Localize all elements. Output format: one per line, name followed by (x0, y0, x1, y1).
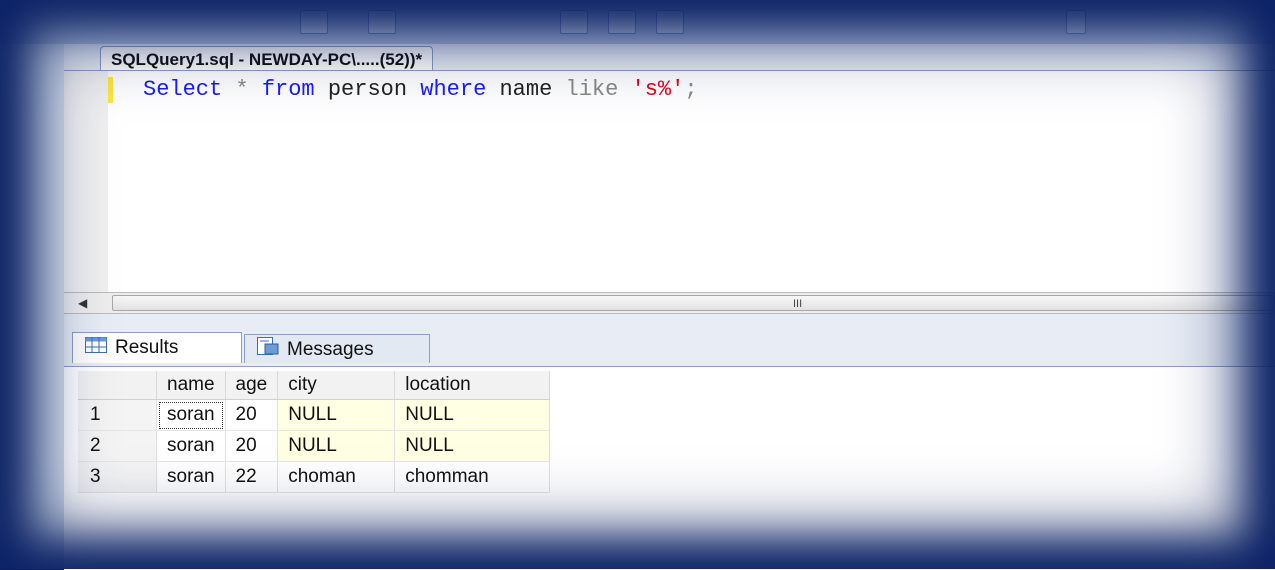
message-icon (257, 335, 279, 365)
cell-name[interactable]: soran (156, 399, 226, 431)
table-row[interactable]: 1 soran 20 NULL NULL (78, 399, 551, 431)
cell-city[interactable]: NULL (277, 399, 396, 431)
object-explorer-edge (0, 44, 64, 569)
column-header[interactable]: age (225, 371, 279, 400)
cell-age[interactable]: 22 (225, 461, 279, 493)
toolbar-overflow-button[interactable] (1066, 10, 1086, 34)
row-number[interactable]: 2 (78, 430, 157, 462)
column-header[interactable]: name (156, 371, 226, 400)
cell-location[interactable]: chomman (394, 461, 551, 493)
toolbar-button[interactable] (656, 10, 684, 34)
query-document-tab[interactable]: SQLQuery1.sql - NEWDAY-PC\.....(52))* (100, 46, 434, 71)
scrollbar-thumb[interactable]: III (112, 295, 1274, 311)
tab-messages-label: Messages (287, 339, 374, 361)
cell-city[interactable]: NULL (277, 430, 396, 462)
table-row[interactable]: 3 soran 22 choman chomman (78, 461, 551, 493)
sql-editor[interactable]: Select * from person where name like 's%… (64, 70, 1275, 293)
result-tabs: Results Messages (64, 314, 1275, 364)
statement-terminator: ; (684, 77, 698, 102)
cell-name[interactable]: soran (156, 430, 226, 462)
toolbar-button[interactable] (300, 10, 328, 34)
toolbar-button[interactable] (608, 10, 636, 34)
row-number[interactable]: 3 (78, 461, 157, 493)
cell-location[interactable]: NULL (394, 399, 551, 431)
operator-star: * (235, 77, 249, 102)
row-number-header (78, 371, 157, 400)
operator-like: like (565, 77, 619, 102)
scroll-left-icon[interactable]: ◀ (78, 293, 87, 313)
editor-gutter (64, 71, 108, 293)
keyword-where: where (420, 77, 487, 102)
code-line-1[interactable]: Select * from person where name like 's%… (143, 75, 698, 105)
cell-name[interactable]: soran (156, 461, 226, 493)
table-row[interactable]: 2 soran 20 NULL NULL (78, 430, 551, 462)
results-grid-area: name age city location 1 soran 20 NULL N… (64, 366, 1275, 570)
identifier-table: person (327, 77, 408, 102)
cell-city[interactable]: choman (277, 461, 396, 493)
scrollbar-grip: III (793, 298, 803, 310)
column-header[interactable]: location (394, 371, 551, 400)
tab-results[interactable]: Results (72, 332, 242, 363)
column-header[interactable]: city (277, 371, 396, 400)
tab-results-label: Results (115, 337, 179, 359)
grid-header-row: name age city location (78, 371, 551, 400)
toolbar (0, 0, 1275, 44)
identifier-column: name (499, 77, 553, 102)
horizontal-scrollbar[interactable]: ◀ III (64, 292, 1275, 314)
toolbar-button[interactable] (368, 10, 396, 34)
grid-icon (85, 333, 107, 363)
keyword-from: from (261, 77, 315, 102)
cell-age[interactable]: 20 (225, 430, 279, 462)
string-literal: 's%' (631, 77, 685, 102)
keyword-select: Select (143, 77, 223, 102)
results-grid: name age city location 1 soran 20 NULL N… (78, 371, 551, 493)
change-marker (108, 77, 113, 103)
cell-location[interactable]: NULL (394, 430, 551, 462)
toolbar-button[interactable] (560, 10, 588, 34)
query-window: SQLQuery1.sql - NEWDAY-PC\.....(52))* Se… (64, 44, 1275, 570)
cell-age[interactable]: 20 (225, 399, 279, 431)
row-number[interactable]: 1 (78, 399, 157, 431)
tab-messages[interactable]: Messages (244, 334, 430, 363)
